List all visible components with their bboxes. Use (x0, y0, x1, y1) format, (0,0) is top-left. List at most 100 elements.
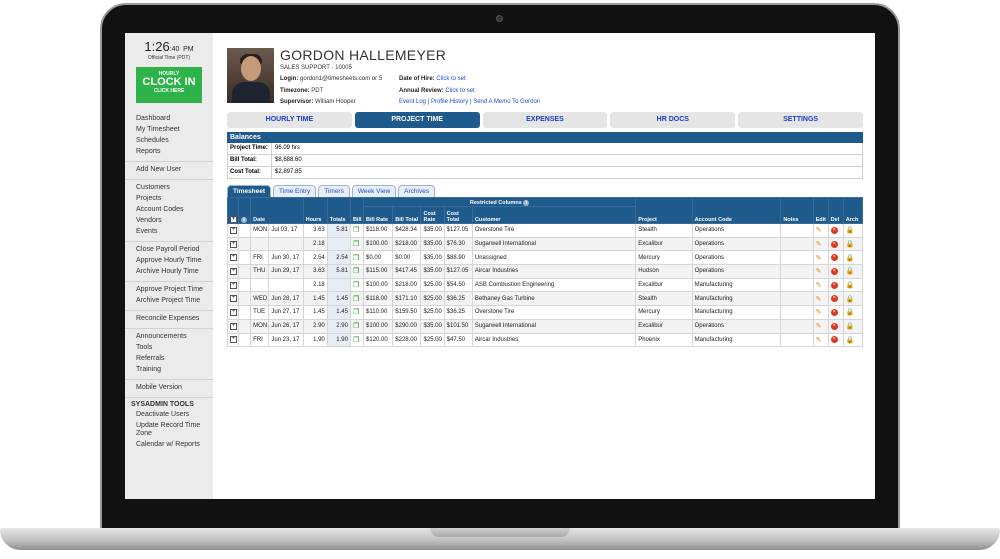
sidebar-item[interactable]: Close Payroll Period (125, 244, 213, 255)
sidebar-item[interactable]: Archive Hourly Time (125, 266, 213, 277)
bill-doc-icon[interactable]: ❐ (353, 227, 359, 234)
archive-lock-icon[interactable]: 🔒 (846, 323, 855, 330)
bill-doc-icon[interactable]: ❐ (353, 296, 359, 303)
expand-row-icon[interactable]: + (230, 254, 237, 262)
table-cell: Jun 28, 17 (268, 291, 304, 307)
edit-pencil-icon[interactable]: ✎ (816, 241, 822, 248)
subtab-archives[interactable]: Archives (398, 185, 436, 197)
bill-doc-icon[interactable]: ❐ (353, 241, 359, 248)
delete-icon[interactable]: × (830, 226, 838, 234)
sidebar-item[interactable]: Schedules (125, 135, 213, 146)
delete-icon[interactable]: × (830, 295, 838, 303)
sidebar-item[interactable]: Tools (125, 342, 213, 353)
sidebar-item[interactable]: Referrals (125, 353, 213, 364)
send-memo-link[interactable]: Send A Memo To Gordon (473, 99, 540, 105)
event-log-link[interactable]: Event Log (399, 99, 426, 105)
delete-icon[interactable]: × (830, 308, 838, 316)
table-row[interactable]: + TUE Jun 27, 17 1.45 1.45 ❐ $110.00 $159.50 $25… (226, 305, 864, 320)
table-row[interactable]: +2.18 ❐ $100.00 $218.00 $25.00 $54.50 ASB Comb… (226, 277, 864, 293)
sidebar-item[interactable]: Mobile Version (125, 382, 213, 393)
sidebar-item[interactable]: Customers (125, 182, 213, 193)
tab-hr-docs[interactable]: HR DOCS (610, 112, 736, 128)
sidebar-item[interactable]: Reports (125, 146, 213, 157)
subtab-timers[interactable]: Timers (318, 185, 350, 197)
archive-lock-icon[interactable]: 🔒 (846, 296, 855, 303)
bill-doc-icon[interactable]: ❐ (353, 255, 359, 262)
table-row[interactable]: + MON Jun 26, 17 2.90 2.90 ❐ $100.00 $290.00 $35… (226, 318, 864, 334)
table-row[interactable]: + FRI Jun 23, 17 1.90 1.90 ❐ $120.00 $228.00 $25… (226, 332, 864, 348)
edit-pencil-icon[interactable]: ✎ (816, 268, 822, 275)
expand-row-icon[interactable]: + (230, 281, 237, 289)
table-row[interactable]: + FRI Jun 30, 17 2.54 2.54 ❐ $0.00 $0.00 $35.00 $… (226, 250, 864, 266)
archive-lock-icon[interactable]: 🔒 (846, 309, 855, 316)
edit-pencil-icon[interactable]: ✎ (816, 323, 822, 330)
subtab-timesheet[interactable]: Timesheet (227, 185, 272, 197)
sidebar-item[interactable]: Deactivate Users (125, 409, 213, 420)
bill-doc-icon[interactable]: ❐ (353, 337, 359, 344)
edit-pencil-icon[interactable]: ✎ (816, 296, 822, 303)
expand-row-icon[interactable]: + (230, 240, 237, 248)
edit-pencil-icon[interactable]: ✎ (816, 227, 822, 234)
clock-in-button[interactable]: HOURLY CLOCK IN CLICK HERE (136, 67, 202, 103)
delete-icon[interactable]: × (830, 322, 838, 330)
tab-project-time[interactable]: PROJECT TIME (354, 112, 480, 128)
sidebar-item[interactable]: Add New User (125, 164, 213, 175)
archive-lock-icon[interactable]: 🔒 (846, 241, 855, 248)
sidebar-item[interactable]: Calendar w/ Reports (125, 439, 213, 450)
bill-doc-icon[interactable]: ❐ (353, 282, 359, 289)
expand-row-icon[interactable]: + (230, 322, 237, 330)
tab-settings[interactable]: SETTINGS (738, 112, 863, 128)
expand-row-icon[interactable]: + (230, 308, 237, 316)
archive-lock-icon[interactable]: 🔒 (846, 282, 855, 289)
sidebar-item[interactable]: Announcements (125, 331, 213, 342)
expand-row-icon[interactable]: + (230, 226, 237, 234)
sidebar-item[interactable]: Reconcile Expenses (125, 313, 213, 324)
table-cell: × (827, 277, 844, 293)
delete-icon[interactable]: × (830, 267, 838, 275)
row-account-code: Operations (694, 268, 724, 275)
edit-pencil-icon[interactable]: ✎ (816, 337, 822, 344)
delete-icon[interactable]: × (830, 240, 838, 248)
sidebar-item[interactable]: Archive Project Time (125, 295, 213, 306)
table-row[interactable]: + THU Jun 29, 17 3.63 5.81 ❐ $115.00 $417.45 $35… (226, 264, 864, 279)
sidebar-item[interactable]: Projects (125, 193, 213, 204)
delete-icon[interactable]: × (830, 281, 838, 289)
table-row[interactable]: + MON Jul 03, 17 3.63 5.81 ❐ $118.00 $428.34 $35… (226, 223, 864, 238)
sidebar-item[interactable]: Update Record Time Zone (125, 420, 213, 439)
edit-pencil-icon[interactable]: ✎ (816, 255, 822, 262)
archive-lock-icon[interactable]: 🔒 (846, 337, 855, 344)
profile-history-link[interactable]: Profile History (431, 99, 468, 105)
sidebar-item[interactable]: Account Codes (125, 204, 213, 215)
expand-row-icon[interactable]: + (230, 295, 237, 303)
hire-date-link[interactable]: Click to set (436, 76, 465, 82)
archive-lock-icon[interactable]: 🔒 (846, 227, 855, 234)
delete-icon[interactable]: × (830, 336, 838, 344)
table-row[interactable]: +2.18 ❐ $100.00 $218.00 $35.00 $76.30 Sugarwel… (226, 236, 864, 252)
edit-pencil-icon[interactable]: ✎ (816, 282, 822, 289)
sidebar-item[interactable]: Approve Project Time (125, 284, 213, 295)
sidebar-item[interactable]: My Timesheet (125, 124, 213, 135)
sidebar-item[interactable]: Approve Hourly Time (125, 255, 213, 266)
sidebar-item[interactable]: Training (125, 364, 213, 375)
subtab-time-entry[interactable]: Time Entry (273, 185, 317, 197)
archive-lock-icon[interactable]: 🔒 (846, 268, 855, 275)
sidebar-item[interactable]: Events (125, 226, 213, 237)
restricted-info-icon[interactable]: i (523, 200, 530, 206)
sidebar-item[interactable]: Vendors (125, 215, 213, 226)
bill-doc-icon[interactable]: ❐ (353, 309, 359, 316)
expand-row-icon[interactable]: + (230, 267, 237, 275)
bill-doc-icon[interactable]: ❐ (353, 268, 359, 275)
tab-hourly-time[interactable]: HOURLY TIME (227, 112, 352, 128)
delete-icon[interactable]: × (830, 254, 838, 262)
subtab-week-view[interactable]: Week View (351, 185, 397, 197)
expand-all-icon[interactable]: + (226, 197, 240, 224)
sidebar-item[interactable]: Dashboard (125, 113, 213, 124)
edit-pencil-icon[interactable]: ✎ (816, 309, 822, 316)
annual-review-link[interactable]: Click to set (445, 88, 474, 94)
archive-lock-icon[interactable]: 🔒 (846, 255, 855, 262)
table-cell: + (226, 305, 240, 320)
bill-doc-icon[interactable]: ❐ (353, 323, 359, 330)
expand-row-icon[interactable]: + (230, 336, 237, 344)
table-row[interactable]: + WED Jun 28, 17 1.45 1.45 ❐ $118.00 $171.10 $25… (226, 291, 864, 307)
tab-expenses[interactable]: EXPENSES (482, 112, 608, 128)
